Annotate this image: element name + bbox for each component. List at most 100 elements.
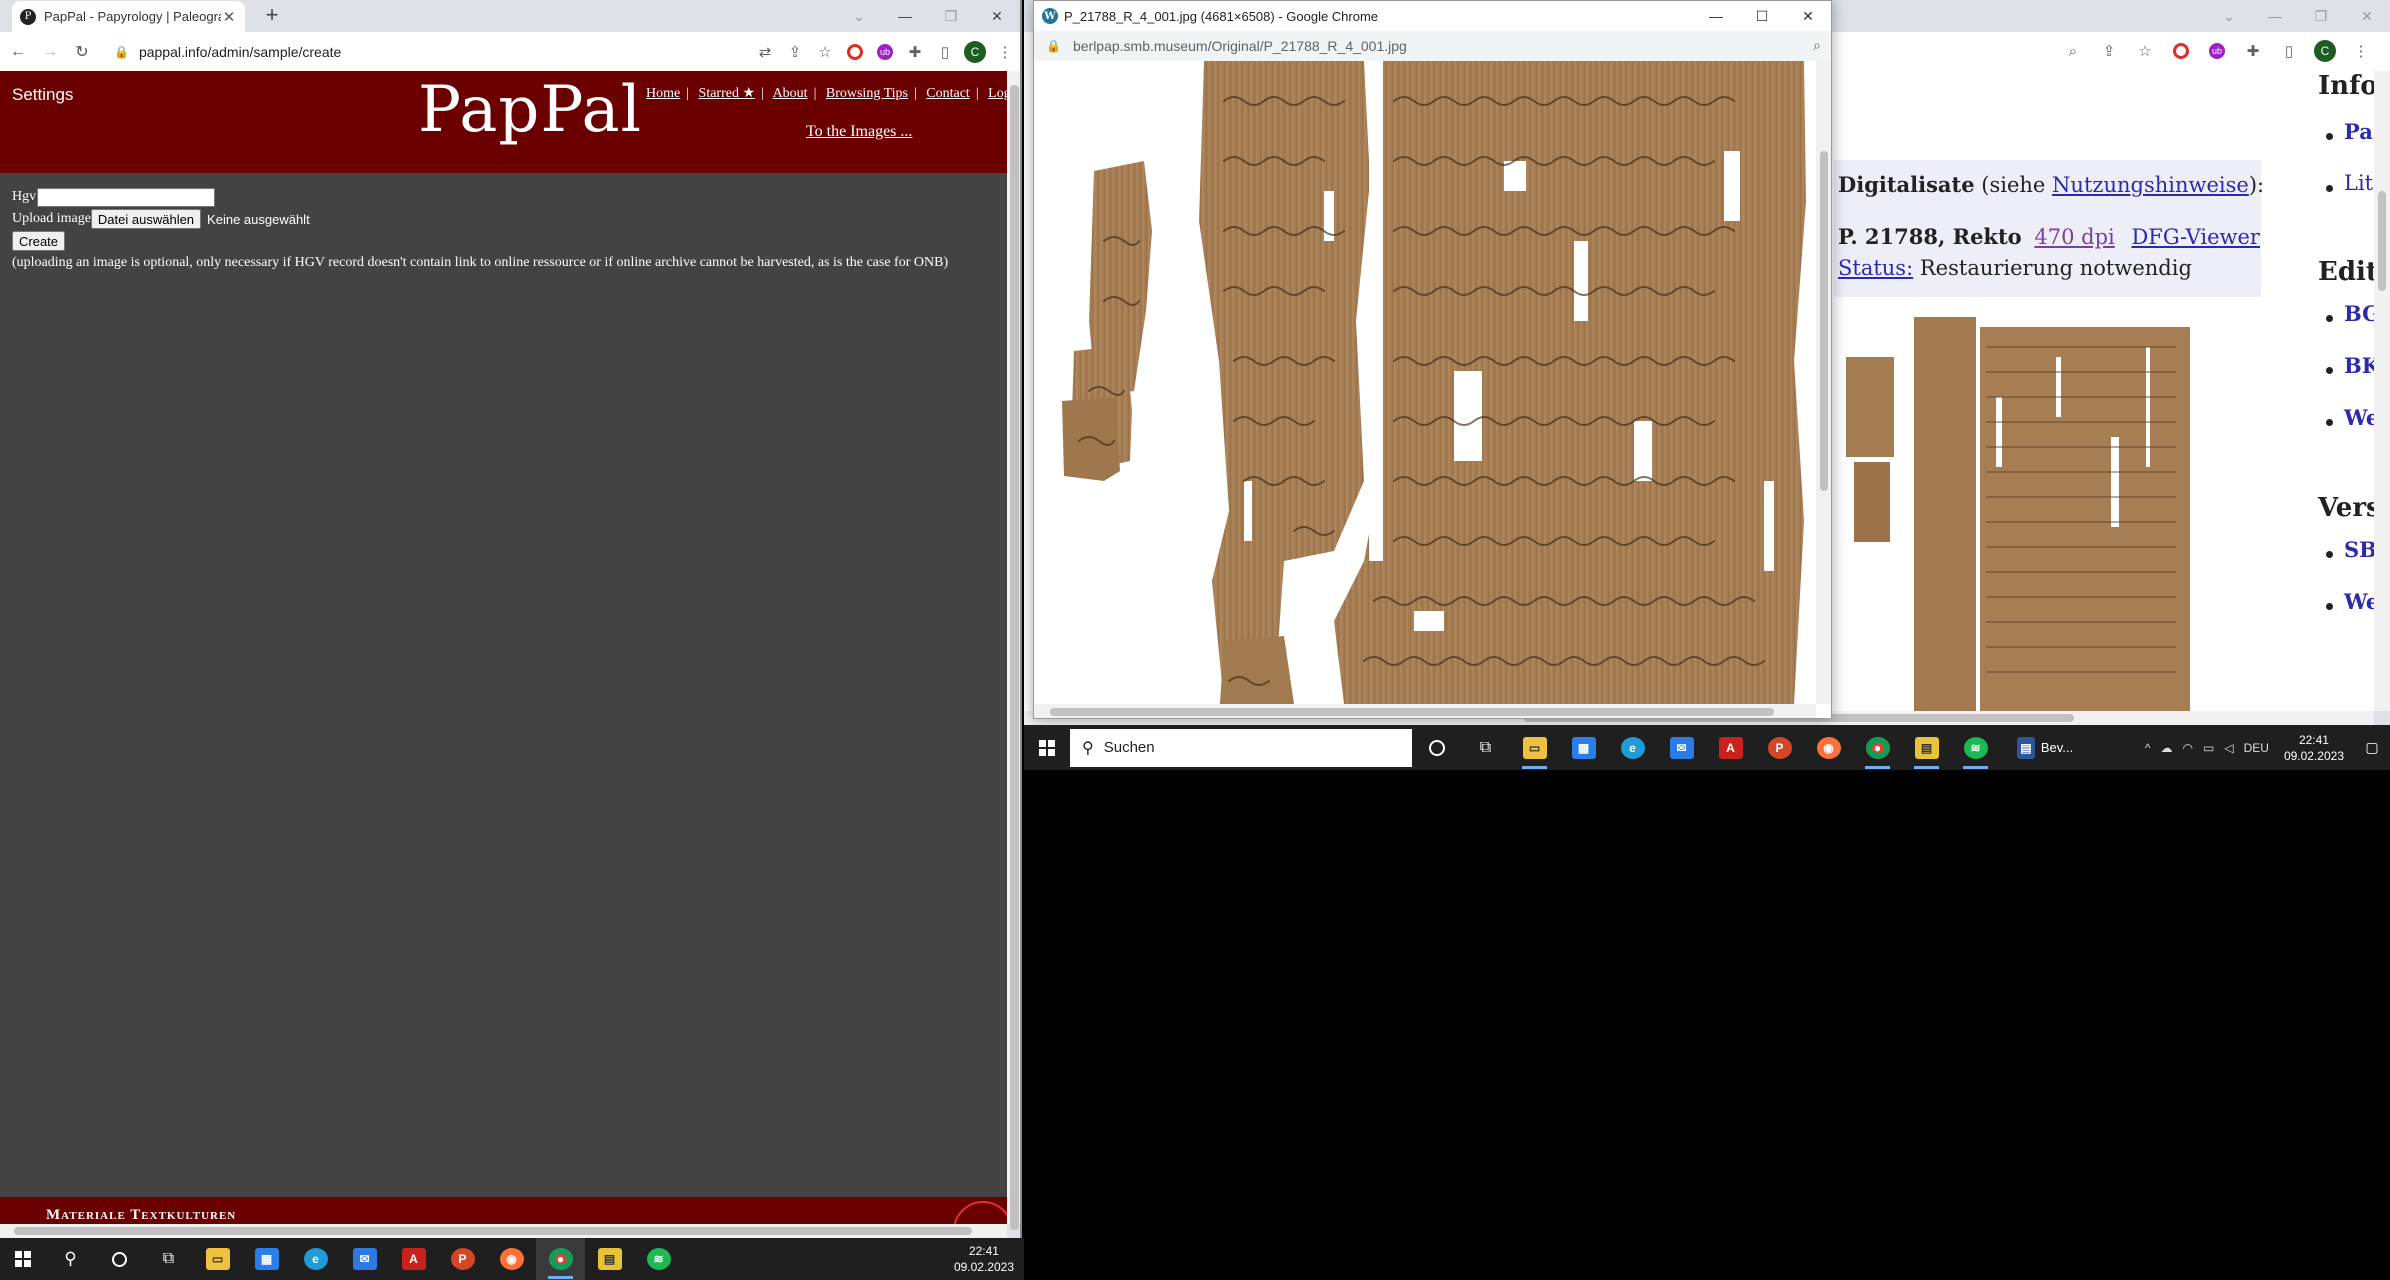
- sidebar-link-sb[interactable]: SB: [2344, 537, 2374, 562]
- to-images-link[interactable]: To the Images ...: [806, 123, 912, 141]
- menu-kebab-icon[interactable]: ⋮: [990, 37, 1020, 67]
- volume-icon[interactable]: ◁: [2219, 741, 2238, 755]
- file-explorer-icon[interactable]: ▭: [193, 1238, 242, 1280]
- right-share-icon[interactable]: ⇪: [2094, 36, 2124, 66]
- hgv-input[interactable]: [37, 187, 216, 207]
- popup-zoom-icon[interactable]: ⌕: [1813, 37, 1821, 54]
- tray-chevron-icon[interactable]: ^: [2140, 741, 2156, 755]
- right-bookmark-star-icon[interactable]: ☆: [2130, 36, 2160, 66]
- profile-avatar[interactable]: C: [960, 37, 990, 67]
- popup-horizontal-scroll-thumb[interactable]: [1050, 708, 1774, 716]
- right-side-panel-icon[interactable]: ▯: [2274, 36, 2304, 66]
- back-button[interactable]: ←: [4, 38, 32, 66]
- extension-purple-icon[interactable]: ub: [870, 37, 900, 67]
- wifi-icon[interactable]: ◠: [2178, 741, 2198, 755]
- dfg-viewer-link[interactable]: DFG-Viewer: [2131, 225, 2260, 249]
- translate-icon[interactable]: ⇄: [750, 37, 780, 67]
- status-link[interactable]: Status:: [1838, 256, 1913, 280]
- right-extensions-puzzle-icon[interactable]: ✚: [2238, 36, 2268, 66]
- taskbar-clock[interactable]: 22:41 09.02.2023: [2274, 732, 2354, 764]
- cortana-icon[interactable]: [95, 1238, 144, 1280]
- right-profile-avatar[interactable]: C: [2310, 36, 2340, 66]
- horizontal-scroll-thumb[interactable]: [14, 1227, 972, 1235]
- popup-horizontal-scrollbar[interactable]: [1034, 704, 1816, 718]
- popup-minimize-button[interactable]: —: [1693, 1, 1739, 31]
- vertical-scroll-thumb[interactable]: [1010, 85, 1019, 1230]
- right-minimize-button[interactable]: —: [2252, 0, 2298, 32]
- papyrus-image[interactable]: [1034, 61, 1816, 704]
- popup-vertical-scrollbar[interactable]: [1816, 61, 1831, 704]
- start-button-left[interactable]: [0, 1238, 46, 1280]
- popup-address-bar[interactable]: 🔒 berlpap.smb.museum/Original/P_21788_R_…: [1034, 31, 1831, 61]
- sidebar-link-we-2[interactable]: We: [2344, 589, 2374, 614]
- spotify-icon[interactable]: ≋: [634, 1238, 683, 1280]
- sidebar-link-bg[interactable]: BG: [2344, 301, 2374, 326]
- notification-icon[interactable]: ▢: [2354, 725, 2390, 770]
- notepad-folder-icon[interactable]: ▤: [1902, 725, 1951, 770]
- papyrus-thumbnail[interactable]: [1846, 317, 2246, 711]
- acrobat-icon[interactable]: A: [389, 1238, 438, 1280]
- cortana-icon[interactable]: [1412, 725, 1461, 770]
- nav-home[interactable]: Home: [646, 86, 680, 101]
- powerpoint-icon[interactable]: P: [1755, 725, 1804, 770]
- powerpoint-icon[interactable]: P: [438, 1238, 487, 1280]
- popup-titlebar[interactable]: W P_21788_R_4_001.jpg (4681×6508) - Goog…: [1034, 1, 1831, 31]
- firefox-icon[interactable]: ◉: [487, 1238, 536, 1280]
- create-button[interactable]: Create: [12, 231, 66, 251]
- address-bar[interactable]: 🔒 pappal.info/admin/sample/create: [102, 36, 744, 67]
- restore-button[interactable]: ❐: [928, 0, 974, 32]
- task-view-icon[interactable]: ⧉: [1461, 725, 1510, 770]
- choose-file-button[interactable]: Datei auswählen: [90, 209, 202, 229]
- taskbar-search-box[interactable]: ⚲ Suchen: [1070, 728, 1412, 767]
- nav-starred[interactable]: Starred ★: [699, 86, 755, 101]
- vertical-scrollbar[interactable]: [1007, 71, 1020, 1230]
- sidebar-link-we[interactable]: We: [2344, 405, 2374, 430]
- nav-browsing-tips[interactable]: Browsing Tips: [826, 86, 908, 101]
- reload-button[interactable]: ↻: [68, 38, 96, 66]
- tray-cloud-icon[interactable]: ☁: [2156, 741, 2178, 755]
- sidebar-link-lit[interactable]: Lit: [2344, 171, 2373, 195]
- usage-notes-link[interactable]: Nutzungshinweise: [2052, 173, 2249, 197]
- task-view-icon[interactable]: ⧉: [144, 1238, 193, 1280]
- nav-about[interactable]: About: [773, 86, 808, 101]
- forward-button[interactable]: →: [36, 38, 64, 66]
- nav-logout[interactable]: Logou: [988, 86, 1007, 101]
- close-window-button[interactable]: ✕: [974, 0, 1020, 32]
- spotify-icon[interactable]: ≋: [1951, 725, 2000, 770]
- horizontal-scrollbar[interactable]: [0, 1224, 1007, 1238]
- language-indicator[interactable]: DEU: [2239, 741, 2274, 755]
- settings-link[interactable]: Settings: [12, 85, 73, 105]
- right-extension-purple-icon[interactable]: ub: [2202, 36, 2232, 66]
- new-tab-button[interactable]: +: [260, 4, 284, 28]
- right-vertical-scrollbar[interactable]: [2374, 71, 2390, 711]
- right-restore-button[interactable]: ❐: [2298, 0, 2344, 32]
- start-button[interactable]: [1024, 725, 1070, 770]
- bookmark-star-icon[interactable]: ☆: [810, 37, 840, 67]
- chrome-icon[interactable]: ●: [536, 1238, 585, 1280]
- document-app-button[interactable]: ▤ Bev...: [2000, 725, 2090, 770]
- acrobat-icon[interactable]: A: [1706, 725, 1755, 770]
- edge-icon[interactable]: e: [291, 1238, 340, 1280]
- extension-red-icon[interactable]: [840, 37, 870, 67]
- mail-icon[interactable]: ✉: [340, 1238, 389, 1280]
- notepad-folder-icon[interactable]: ▤: [585, 1238, 634, 1280]
- mail-icon[interactable]: ✉: [1657, 725, 1706, 770]
- chrome-icon[interactable]: ●: [1853, 725, 1902, 770]
- right-menu-kebab-icon[interactable]: ⋮: [2346, 36, 2376, 66]
- microsoft-store-icon[interactable]: ▦: [1559, 725, 1608, 770]
- sidebar-link-bk[interactable]: BK: [2344, 353, 2374, 378]
- firefox-icon[interactable]: ◉: [1804, 725, 1853, 770]
- sidebar-link-pa[interactable]: Pa: [2344, 119, 2373, 144]
- right-extension-red-icon[interactable]: [2166, 36, 2196, 66]
- file-explorer-icon[interactable]: ▭: [1510, 725, 1559, 770]
- minimize-button[interactable]: —: [882, 0, 928, 32]
- edge-icon[interactable]: e: [1608, 725, 1657, 770]
- tab-pappal[interactable]: P PapPal - Papyrology | Paleograph ✕: [12, 1, 245, 32]
- zoom-icon[interactable]: ⌕: [2058, 36, 2088, 66]
- right-close-button[interactable]: ✕: [2344, 0, 2390, 32]
- pappal-logo[interactable]: PapPal: [418, 73, 642, 147]
- tab-close-icon[interactable]: ✕: [221, 8, 237, 26]
- microsoft-store-icon[interactable]: ▦: [242, 1238, 291, 1280]
- search-icon[interactable]: ⚲: [46, 1238, 95, 1280]
- side-panel-icon[interactable]: ▯: [930, 37, 960, 67]
